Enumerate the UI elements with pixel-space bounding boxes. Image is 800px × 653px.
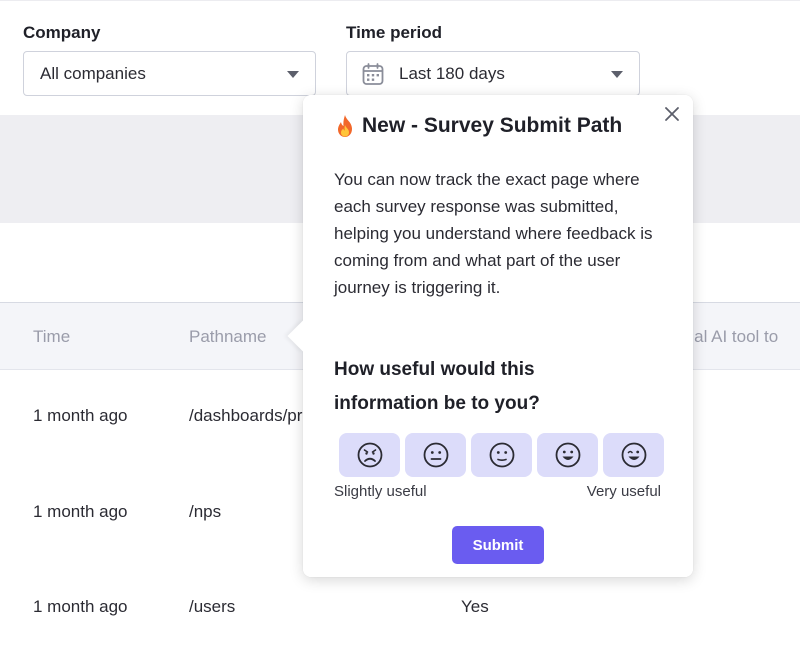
cell-time: 1 month ago: [33, 406, 128, 425]
popover-title-text: New - Survey Submit Path: [362, 114, 623, 137]
time-period-value: Last 180 days: [399, 63, 505, 83]
rating-option-1[interactable]: [339, 433, 400, 477]
fire-icon: [334, 114, 356, 138]
survey-question: How useful would this information be to …: [334, 359, 540, 414]
rating-option-5[interactable]: [603, 433, 664, 477]
wink-face-icon: [621, 442, 646, 468]
cell-pathname: /nps: [189, 502, 222, 521]
popover-title: New - Survey Submit Path: [334, 114, 622, 138]
time-period-label: Time period: [346, 23, 443, 42]
cell-time: 1 month ago: [33, 597, 128, 616]
cell-pathname: /dashboards/pr: [189, 406, 303, 425]
rating-option-3[interactable]: [471, 433, 532, 477]
rating-option-2[interactable]: [405, 433, 466, 477]
company-label: Company: [23, 23, 101, 42]
time-period-select[interactable]: Last 180 days: [346, 51, 640, 96]
announcement-popover: New - Survey Submit Path You can now tra…: [287, 95, 693, 577]
scale-min-label: Slightly useful: [334, 483, 427, 500]
company-select[interactable]: All companies: [23, 51, 316, 96]
submit-button[interactable]: Submit: [452, 526, 544, 564]
cell-pathname: /users: [189, 597, 236, 616]
neutral-face-icon: [423, 442, 448, 468]
column-header-pathname[interactable]: Pathname: [189, 327, 267, 347]
chevron-down-icon: [287, 71, 299, 78]
company-select-value: All companies: [40, 63, 146, 83]
very-sad-face-icon: [357, 442, 382, 468]
rating-scale: [339, 433, 664, 477]
meh-face-icon: [489, 442, 514, 468]
cell-answer: Yes: [461, 597, 489, 616]
calendar-icon: [361, 62, 385, 86]
scale-max-label: Very useful: [586, 483, 661, 500]
rating-option-4[interactable]: [537, 433, 598, 477]
popover-description: You can now track the exact page where e…: [334, 170, 653, 297]
chevron-down-icon: [611, 71, 623, 78]
close-icon[interactable]: [661, 103, 683, 125]
column-header-ai-tool[interactable]: rnal AI tool to: [679, 327, 778, 347]
column-header-time[interactable]: Time: [33, 327, 70, 347]
cell-time: 1 month ago: [33, 502, 128, 521]
smile-face-icon: [555, 442, 580, 468]
